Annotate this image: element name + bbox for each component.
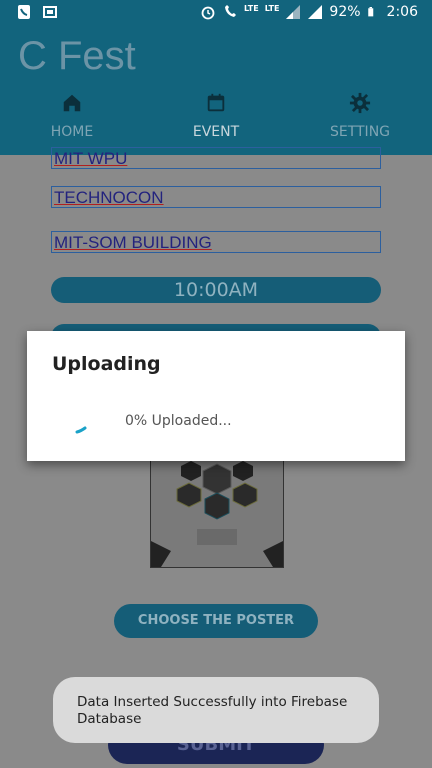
- dialog-message: 0% Uploaded...: [125, 413, 232, 429]
- tab-setting-label: SETTING: [329, 124, 391, 140]
- battery-percent: 92%: [329, 4, 361, 20]
- uploading-dialog: Uploading 0% Uploaded...: [27, 331, 405, 461]
- tab-bar: HOME EVENT SETTING: [0, 92, 432, 152]
- app-title: C Fest: [18, 34, 136, 78]
- time-value: 10:00AM: [173, 279, 259, 301]
- event-name-value: TECHNOCON: [54, 188, 164, 207]
- time-picker-button[interactable]: 10:00AM: [51, 277, 381, 303]
- event-name-field[interactable]: TECHNOCON: [51, 186, 381, 208]
- poster-preview: [150, 460, 284, 568]
- tab-home[interactable]: HOME: [0, 92, 144, 152]
- volte-icon: [225, 5, 237, 17]
- app-bar: LTE LTE 92% 2:06 C Fest HOME EVENT SETTI…: [0, 0, 432, 155]
- college-field[interactable]: MIT WPU: [51, 147, 381, 169]
- toast-message: Data Inserted Successfully into Firebase…: [53, 677, 379, 743]
- venue-field[interactable]: MIT-SOM BUILDING: [51, 231, 381, 253]
- lte-label-2: LTE: [264, 3, 280, 13]
- alarm-icon: [201, 6, 215, 20]
- signal-icon: [286, 5, 301, 19]
- clock-time: 2:06: [386, 4, 418, 20]
- signal-icon-2: [308, 5, 323, 19]
- calendar-icon: [207, 93, 225, 112]
- gear-icon: [349, 92, 371, 114]
- tab-setting[interactable]: SETTING: [288, 92, 432, 152]
- dialog-title: Uploading: [52, 353, 161, 375]
- home-icon: [63, 94, 81, 112]
- progress-spinner: [75, 426, 87, 434]
- tab-event[interactable]: EVENT: [144, 92, 288, 152]
- tab-home-label: HOME: [50, 124, 94, 140]
- gallery-icon: [43, 6, 57, 18]
- status-bar: LTE LTE 92% 2:06: [0, 0, 432, 26]
- choose-poster-button[interactable]: CHOOSE THE POSTER: [114, 604, 318, 638]
- venue-value: MIT-SOM BUILDING: [54, 233, 212, 252]
- college-field-value: MIT WPU: [54, 149, 128, 168]
- battery-icon: [367, 7, 373, 17]
- phone-icon: [18, 5, 30, 19]
- poster-image: [151, 461, 283, 567]
- lte-label-1: LTE: [244, 3, 259, 13]
- tab-event-label: EVENT: [192, 124, 240, 140]
